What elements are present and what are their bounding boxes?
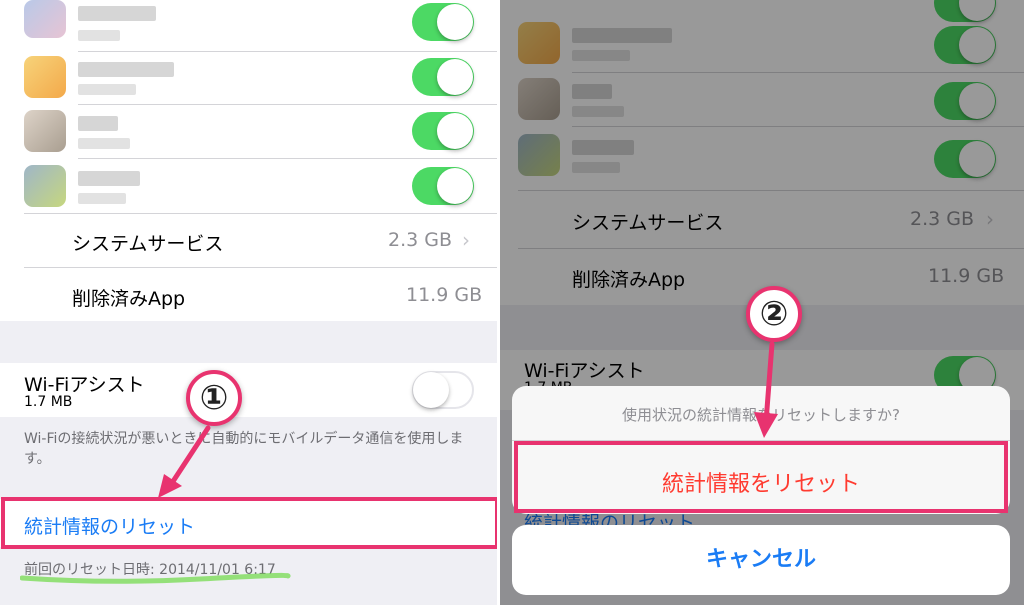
- deleted-apps-value: 11.9 GB: [406, 284, 483, 306]
- app-cellular-toggle[interactable]: [412, 112, 474, 150]
- app-cellular-toggle[interactable]: [412, 58, 474, 96]
- left-screenshot-panel: システムサービス 2.3 GB › 削除済みApp 11.9 GB Wi-Fiア…: [0, 0, 497, 605]
- app-usage-blurred: [78, 138, 130, 149]
- app-cellular-toggle[interactable]: [412, 3, 474, 41]
- app-usage-blurred: [78, 193, 126, 204]
- app-name-blurred: [78, 6, 156, 21]
- wifi-assist-usage: 1.7 MB: [24, 394, 73, 410]
- wifi-assist-footer: Wi-Fiの接続状況が悪いときに自動的にモバイルデータ通信を使用します。: [24, 431, 464, 467]
- row-separator: [78, 104, 497, 105]
- cellular-apps-group: [0, 0, 497, 321]
- right-screenshot-panel: システムサービス 2.3 GB › 削除済みApp 11.9 GB Wi-Fiア…: [500, 0, 1024, 605]
- row-separator: [78, 51, 497, 52]
- app-name-blurred: [78, 171, 140, 186]
- toggle-knob: [437, 113, 473, 149]
- app-cellular-toggle[interactable]: [412, 167, 474, 205]
- cancel-button[interactable]: キャンセル: [512, 525, 1010, 595]
- system-services-value: 2.3 GB: [388, 229, 453, 251]
- app-name-blurred: [78, 62, 174, 77]
- deleted-apps-label: 削除済みApp: [72, 288, 186, 310]
- app-usage-blurred: [78, 30, 120, 41]
- app-icon: [24, 56, 66, 98]
- app-icon: [24, 110, 66, 152]
- wifi-assist-label: Wi-Fiアシスト: [24, 374, 145, 396]
- row-separator: [24, 267, 497, 268]
- green-underline-highlight: [20, 572, 291, 584]
- app-icon: [24, 165, 66, 207]
- step-2-marker: ②: [746, 286, 802, 342]
- step-1-marker: ①: [186, 370, 242, 426]
- toggle-knob: [413, 372, 449, 408]
- chevron-right-icon: ›: [462, 228, 470, 252]
- row-separator: [78, 158, 497, 159]
- row-separator: [24, 213, 497, 214]
- annotation-arrow-icon: [754, 341, 778, 438]
- annotation-highlight-box: [514, 441, 1008, 513]
- toggle-knob: [437, 168, 473, 204]
- annotation-arrow-icon: [158, 425, 211, 498]
- app-icon: [24, 0, 66, 38]
- wifi-assist-toggle[interactable]: [412, 371, 474, 409]
- app-name-blurred: [78, 116, 118, 131]
- annotation-highlight-box: [1, 497, 497, 549]
- toggle-knob: [437, 4, 473, 40]
- toggle-knob: [437, 59, 473, 95]
- system-services-label: システムサービス: [72, 233, 224, 255]
- app-usage-blurred: [78, 84, 136, 95]
